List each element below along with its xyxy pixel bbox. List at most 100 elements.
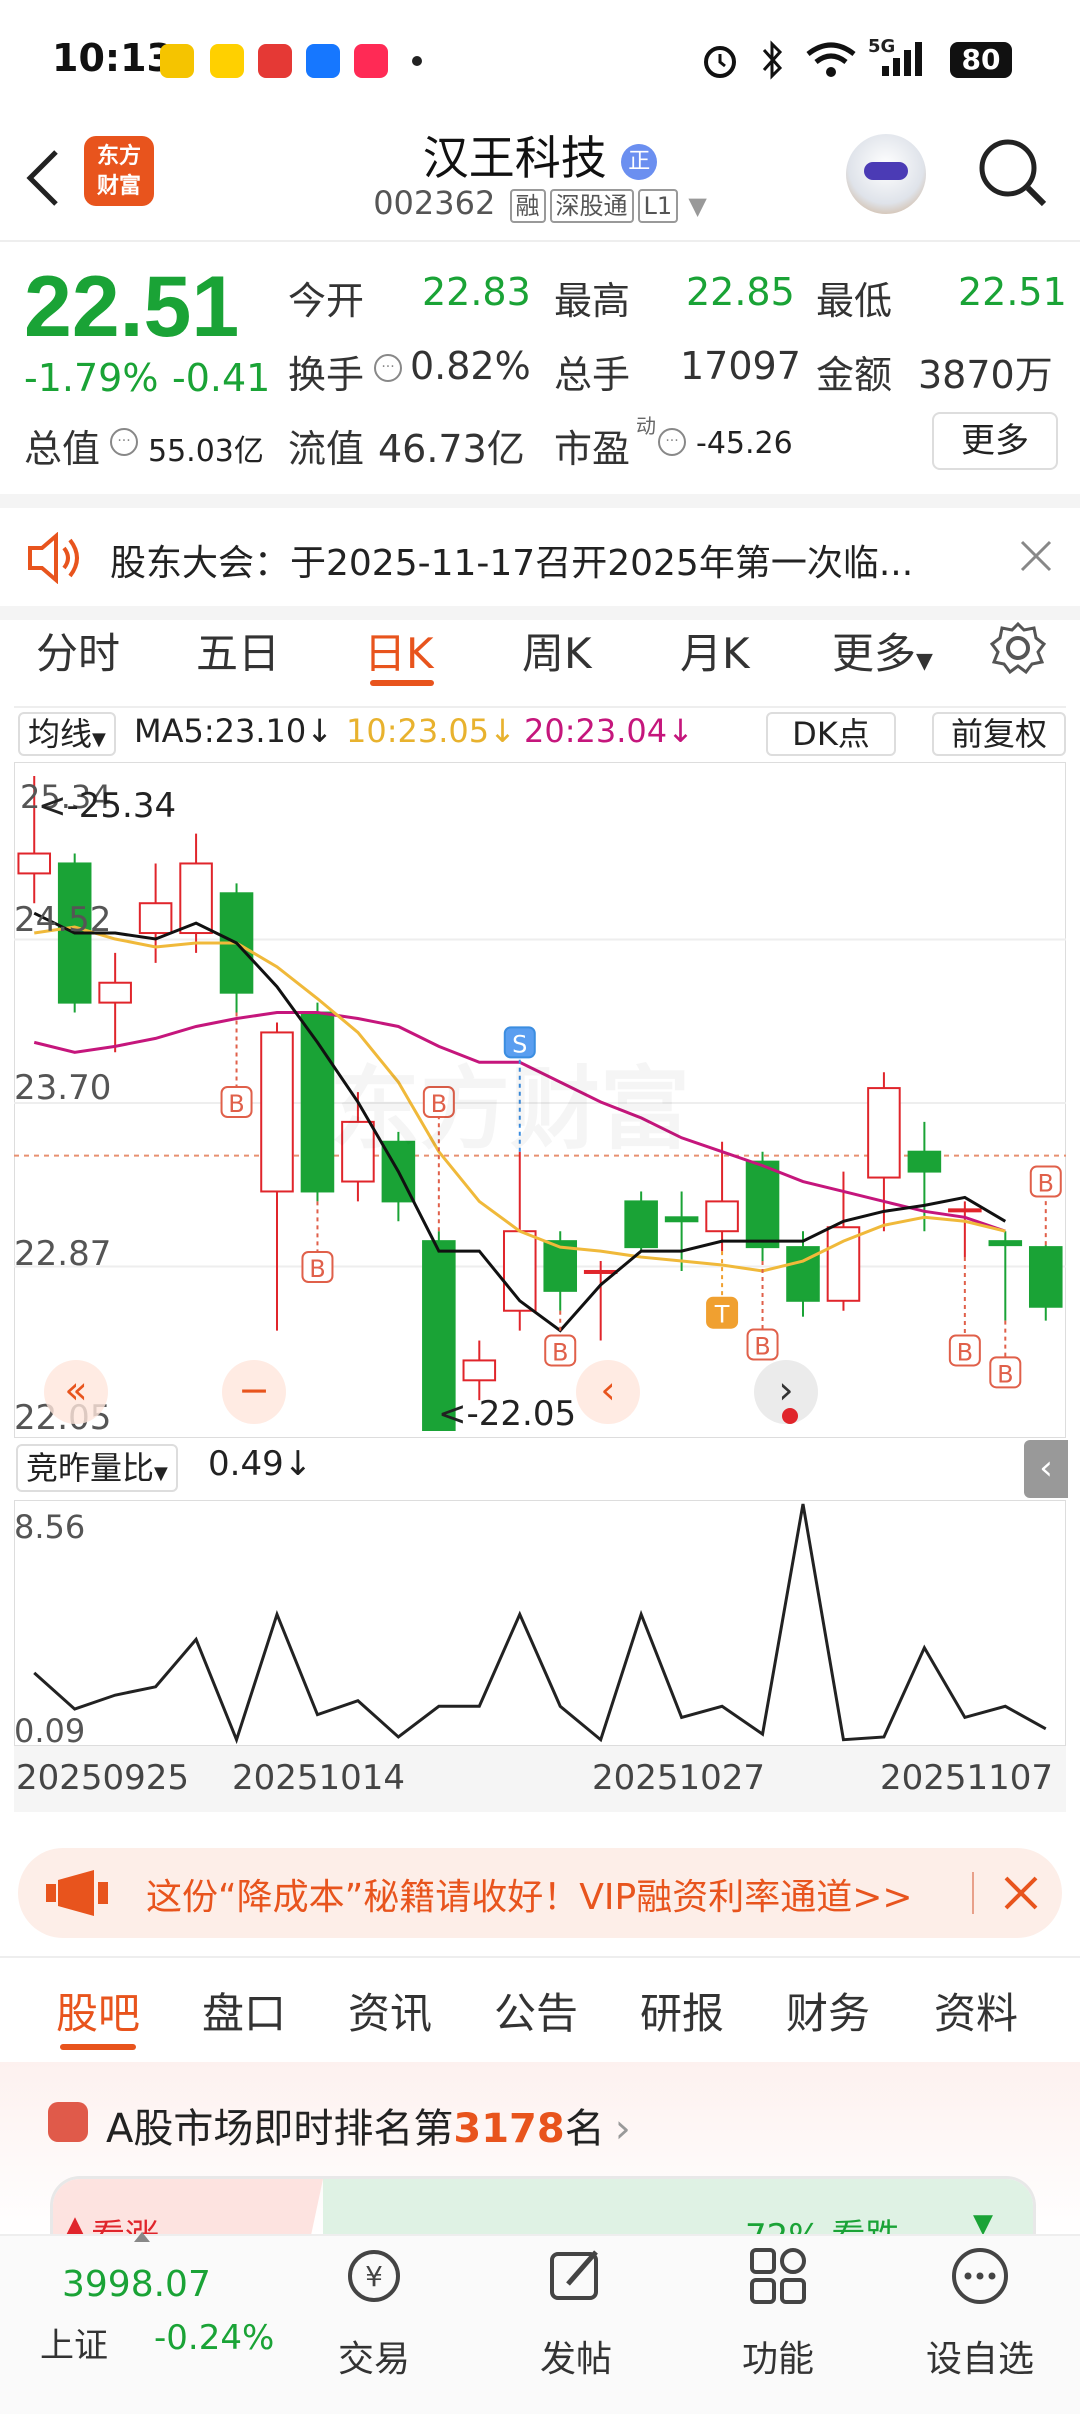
signal-label: B — [228, 1090, 244, 1118]
scroll-left-fast-button[interactable]: « — [44, 1360, 108, 1424]
date-label-3: 20251027 — [592, 1758, 766, 1798]
caret-down-icon: ▼ — [92, 729, 106, 750]
index-value[interactable]: 3998.07 — [62, 2264, 211, 2305]
turnover-value: 0.82% — [410, 344, 531, 388]
candle-body — [624, 1200, 658, 1249]
candle-body — [948, 1208, 982, 1213]
ma20-value: 20:23.04↓ — [524, 712, 694, 750]
apps-grid-icon[interactable] — [748, 2246, 808, 2306]
tab-daily-k[interactable]: 日K — [364, 620, 434, 681]
low-label: 最低 — [816, 279, 893, 323]
ma5-value: MA5:23.10↓ — [134, 712, 334, 750]
change-percent: -1.79% — [24, 356, 159, 400]
more-button[interactable]: 更多 — [932, 412, 1058, 470]
nav-add-watchlist[interactable]: 设自选 — [910, 2330, 1050, 2382]
tab-announcements[interactable]: 公告 — [494, 1980, 578, 2041]
gear-icon[interactable] — [990, 620, 1046, 676]
candle-body — [17, 852, 52, 875]
vol-tick-top: 8.56 — [14, 1508, 86, 1546]
y-tick-2: 24.52 — [14, 900, 112, 940]
tab-five-day[interactable]: 五日 — [196, 620, 280, 681]
triangle-up-icon — [134, 2232, 150, 2242]
tab-orderbook[interactable]: 盘口 — [202, 1980, 286, 2041]
dk-button[interactable]: DK点 — [766, 712, 896, 756]
collapse-panel-button[interactable]: ‹ — [1024, 1440, 1068, 1498]
candle-body — [988, 1240, 1023, 1247]
tag-connect: 深股通 — [549, 189, 634, 223]
date-label-1: 20250925 — [16, 1758, 190, 1798]
pe-dynamic-sup: 动 — [636, 414, 656, 438]
pe-label: 市盈 — [554, 427, 631, 471]
tab-weekly-k[interactable]: 周K — [522, 620, 592, 681]
caret-down-icon: ▼ — [916, 649, 933, 674]
tab-monthly-k[interactable]: 月K — [680, 620, 750, 681]
caret-down-icon[interactable]: ▼ — [688, 192, 706, 220]
candle-body — [300, 1011, 335, 1193]
candle-body — [138, 902, 173, 935]
robot-assistant-icon[interactable] — [846, 134, 926, 214]
tab-news[interactable]: 资讯 — [348, 1980, 432, 2041]
bluetooth-icon — [762, 40, 783, 80]
scroll-left-button[interactable]: ‹ — [576, 1360, 640, 1424]
candle-body — [907, 1150, 942, 1173]
promo-banner[interactable]: 这份“降成本”秘籍请收好！VIP融资利率通道>> — [18, 1848, 1062, 1938]
speaker-icon — [28, 532, 79, 584]
date-label-2: 20251014 — [232, 1758, 406, 1798]
ranking-suffix: 名 — [564, 2106, 605, 2152]
volume-selector-label: 竞昨量比 — [26, 1449, 155, 1487]
candle-body — [98, 981, 132, 1004]
nav-trade[interactable]: 交易 — [304, 2330, 444, 2382]
signal-label: B — [754, 1333, 770, 1361]
search-icon[interactable] — [976, 136, 1050, 210]
ma-selector[interactable]: 均线▼ — [18, 712, 116, 756]
float-cap-value: 46.73亿 — [378, 427, 525, 471]
svg-text:¥: ¥ — [365, 2260, 383, 2293]
tab-financials[interactable]: 财务 — [786, 1980, 870, 2041]
close-icon[interactable] — [1002, 1874, 1040, 1912]
notice-bar[interactable]: 股东大会：于2025-11-17召开2025年第一次临... — [0, 494, 1080, 620]
candle-body — [583, 1269, 618, 1274]
signal-label: B — [309, 1255, 325, 1283]
stock-name: 汉王科技 — [422, 131, 607, 185]
adjust-button[interactable]: 前复权 — [932, 712, 1066, 756]
tag-level: L1 — [637, 189, 679, 223]
promo-divider — [972, 1872, 974, 1914]
alarm-icon — [704, 46, 736, 78]
amount-value: 3870万 — [918, 353, 1053, 397]
battery-indicator: 80 — [950, 42, 1012, 78]
promo-text: 这份“降成本”秘籍请收好！VIP融资利率通道>> — [146, 1877, 913, 1918]
tab-more[interactable]: 更多▼ — [832, 620, 933, 681]
volume-value: 17097 — [680, 344, 801, 388]
tab-research[interactable]: 研报 — [640, 1980, 724, 2041]
ranking-text[interactable]: A股市场即时排名第3178名 › — [106, 2096, 631, 2154]
nav-post[interactable]: 发帖 — [506, 2330, 646, 2382]
tab-profile[interactable]: 资料 — [934, 1980, 1018, 2041]
close-icon[interactable] — [1018, 538, 1054, 574]
more-circle-icon[interactable] — [950, 2246, 1010, 2306]
watermark: 东方财富 — [330, 1036, 690, 1166]
trade-icon[interactable]: ¥ — [344, 2246, 404, 2306]
info-icon[interactable]: ··· — [374, 354, 402, 382]
info-icon[interactable]: ··· — [658, 428, 686, 456]
market-cap-value: 55.03亿 — [148, 434, 264, 469]
index-change: -0.24% — [154, 2318, 275, 2358]
min-price-label: <-22.05 — [438, 1394, 577, 1434]
amount-label: 金额 — [816, 353, 893, 397]
volume-indicator-selector[interactable]: 竞昨量比▼ — [16, 1444, 178, 1492]
info-icon[interactable]: ··· — [110, 428, 138, 456]
current-price: 22.51 — [24, 259, 240, 355]
active-tab-indicator — [370, 680, 434, 686]
signal-label: B — [957, 1338, 973, 1366]
sentiment-bar[interactable]: 看涨 ▲ 72% 看跌 ▼ — [50, 2176, 1036, 2239]
candle-body — [867, 1087, 901, 1179]
high-value: 22.85 — [686, 270, 795, 314]
volume-frame — [14, 1500, 1066, 1746]
zoom-out-button[interactable]: − — [222, 1360, 286, 1424]
notice-text: 股东大会：于2025-11-17召开2025年第一次临... — [110, 543, 914, 584]
nav-functions[interactable]: 功能 — [708, 2330, 848, 2382]
candle-body — [1028, 1246, 1063, 1308]
tab-intraday[interactable]: 分时 — [36, 620, 120, 681]
edit-post-icon[interactable] — [546, 2246, 606, 2306]
ranking-number: 3178 — [453, 2106, 565, 2152]
tab-forum[interactable]: 股吧 — [56, 1980, 140, 2041]
